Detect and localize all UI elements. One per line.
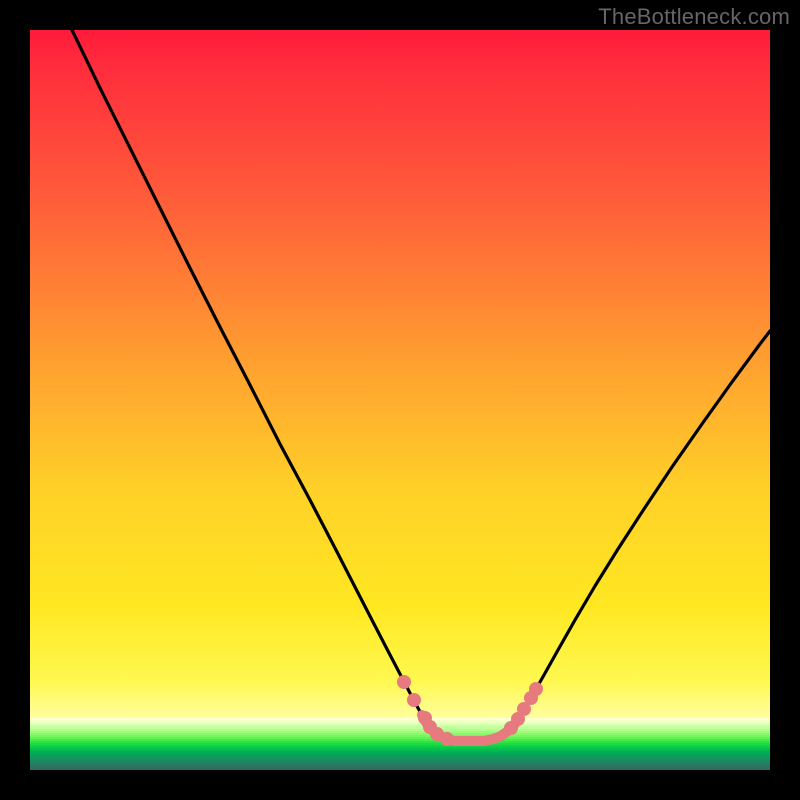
highlight-dot	[529, 682, 543, 696]
curve-right	[519, 331, 770, 718]
highlight-dot	[440, 732, 454, 746]
chart-frame: TheBottleneck.com	[0, 0, 800, 800]
highlight-dot	[397, 675, 411, 689]
highlight-dot	[407, 693, 421, 707]
watermark-text: TheBottleneck.com	[598, 4, 790, 30]
chart-svg	[30, 30, 770, 770]
curve-left	[72, 30, 422, 715]
plot-area	[30, 30, 770, 770]
